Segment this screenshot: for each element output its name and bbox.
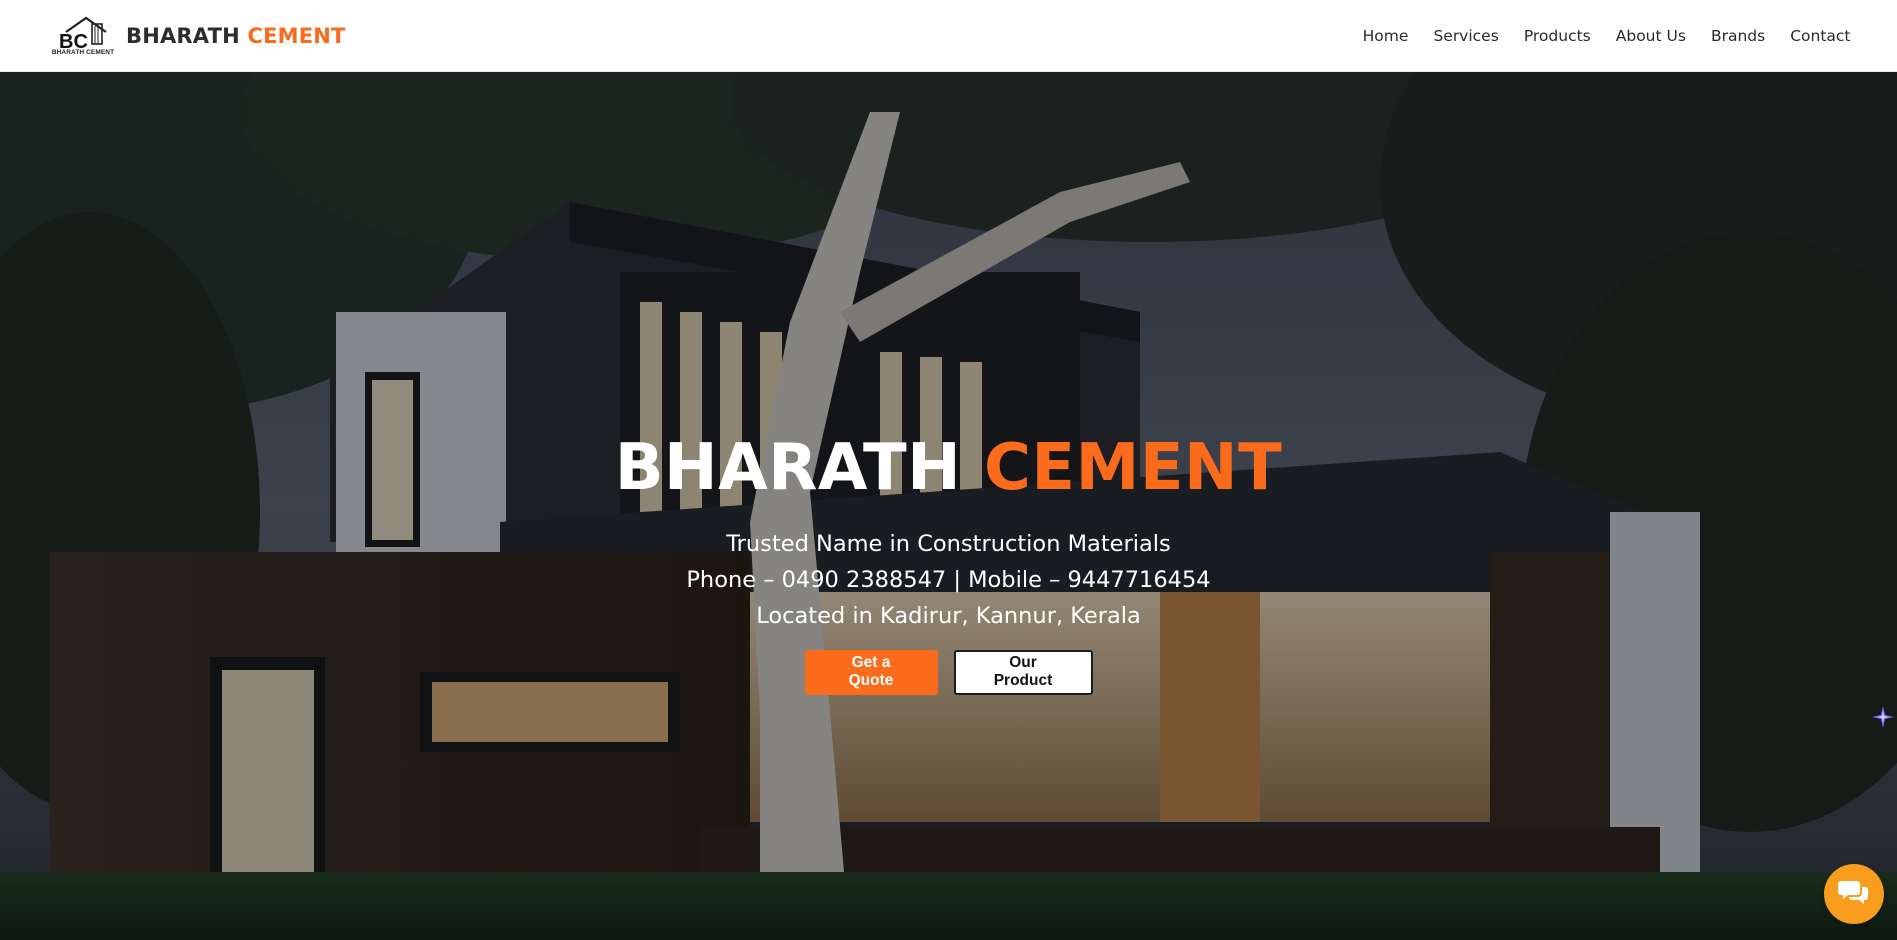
hero-location: Located in Kadirur, Kannur, Kerala — [756, 602, 1141, 629]
nav-home[interactable]: Home — [1350, 21, 1421, 51]
logo-caption: BHARATH CEMENT — [51, 48, 115, 56]
chat-button[interactable] — [1824, 864, 1884, 924]
logo: BC BHARATH CEMENT — [48, 14, 118, 58]
get-a-quote-button[interactable]: Get a Quote — [804, 649, 938, 695]
nav-products[interactable]: Products — [1511, 21, 1603, 51]
our-product-button[interactable]: Our Product — [953, 649, 1093, 695]
hero-details: Trusted Name in Construction Materials P… — [686, 526, 1210, 634]
nav-brands[interactable]: Brands — [1698, 21, 1777, 51]
nav-about-us[interactable]: About Us — [1603, 21, 1698, 51]
brand-logo-link[interactable]: BC BHARATH CEMENT BHARATH CEMENT — [48, 14, 346, 58]
brand-name-accent: CEMENT — [247, 23, 346, 48]
hero-tagline: Trusted Name in Construction Materials — [726, 530, 1171, 557]
hero-title: BHARATH CEMENT — [614, 431, 1283, 506]
hero-title-main: BHARATH — [614, 431, 962, 505]
nav-contact[interactable]: Contact — [1778, 21, 1863, 51]
brand-name: BHARATH CEMENT — [126, 24, 346, 48]
hero-contact: Phone – 0490 2388547 | Mobile – 94477164… — [686, 566, 1211, 593]
hero-content: BHARATH CEMENT Trusted Name in Construct… — [0, 431, 1897, 695]
hero-buttons: Get a Quote Our Product — [804, 649, 1093, 695]
sparkle-icon[interactable] — [1872, 706, 1894, 733]
brand-name-main: BHARATH — [126, 23, 240, 48]
hero-title-accent: CEMENT — [983, 431, 1283, 505]
nav-services[interactable]: Services — [1421, 21, 1511, 51]
hero-section: BHARATH CEMENT Trusted Name in Construct… — [0, 72, 1897, 940]
chat-bubbles-icon — [1838, 878, 1870, 911]
site-header: BC BHARATH CEMENT BHARATH CEMENT Home Se… — [0, 0, 1897, 72]
main-nav: Home Services Products About Us Brands C… — [1350, 21, 1863, 51]
